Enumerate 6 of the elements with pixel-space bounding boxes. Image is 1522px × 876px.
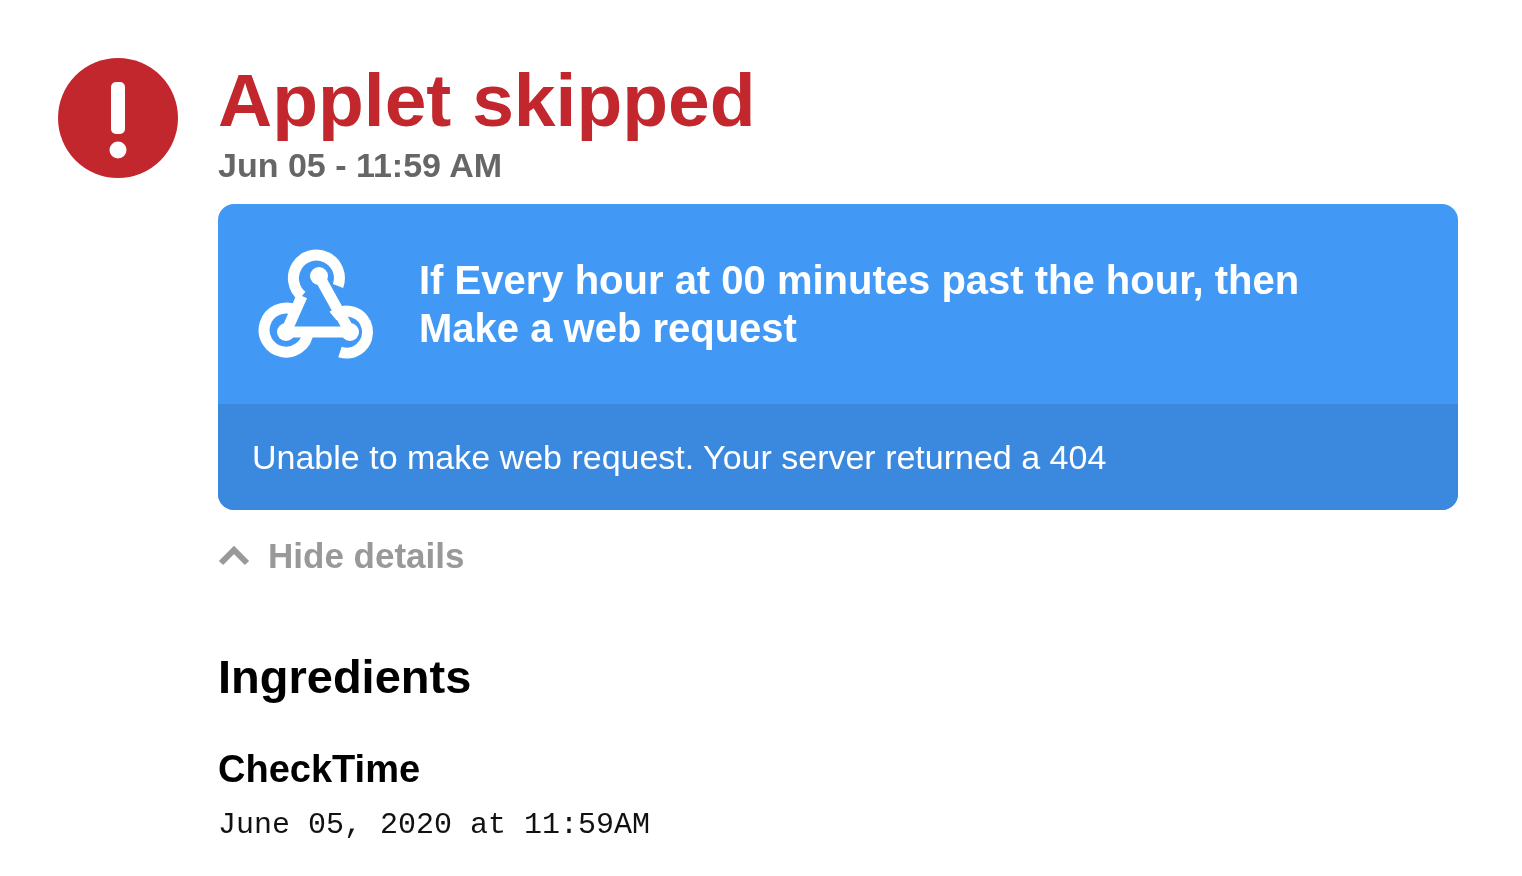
ingredient-name: CheckTime <box>218 750 421 788</box>
ingredient-value: June 05, 2020 at 11:59AM <box>218 810 651 840</box>
details-toggle-button[interactable]: Hide details <box>218 538 465 573</box>
applet-description: If Every hour at 00 minutes past the hour, then Make a web request <box>419 257 1300 352</box>
error-message: Unable to make web request. Your server returned a 404 <box>252 436 1107 478</box>
timestamp: Jun 05 - 11:59 AM <box>218 148 503 182</box>
